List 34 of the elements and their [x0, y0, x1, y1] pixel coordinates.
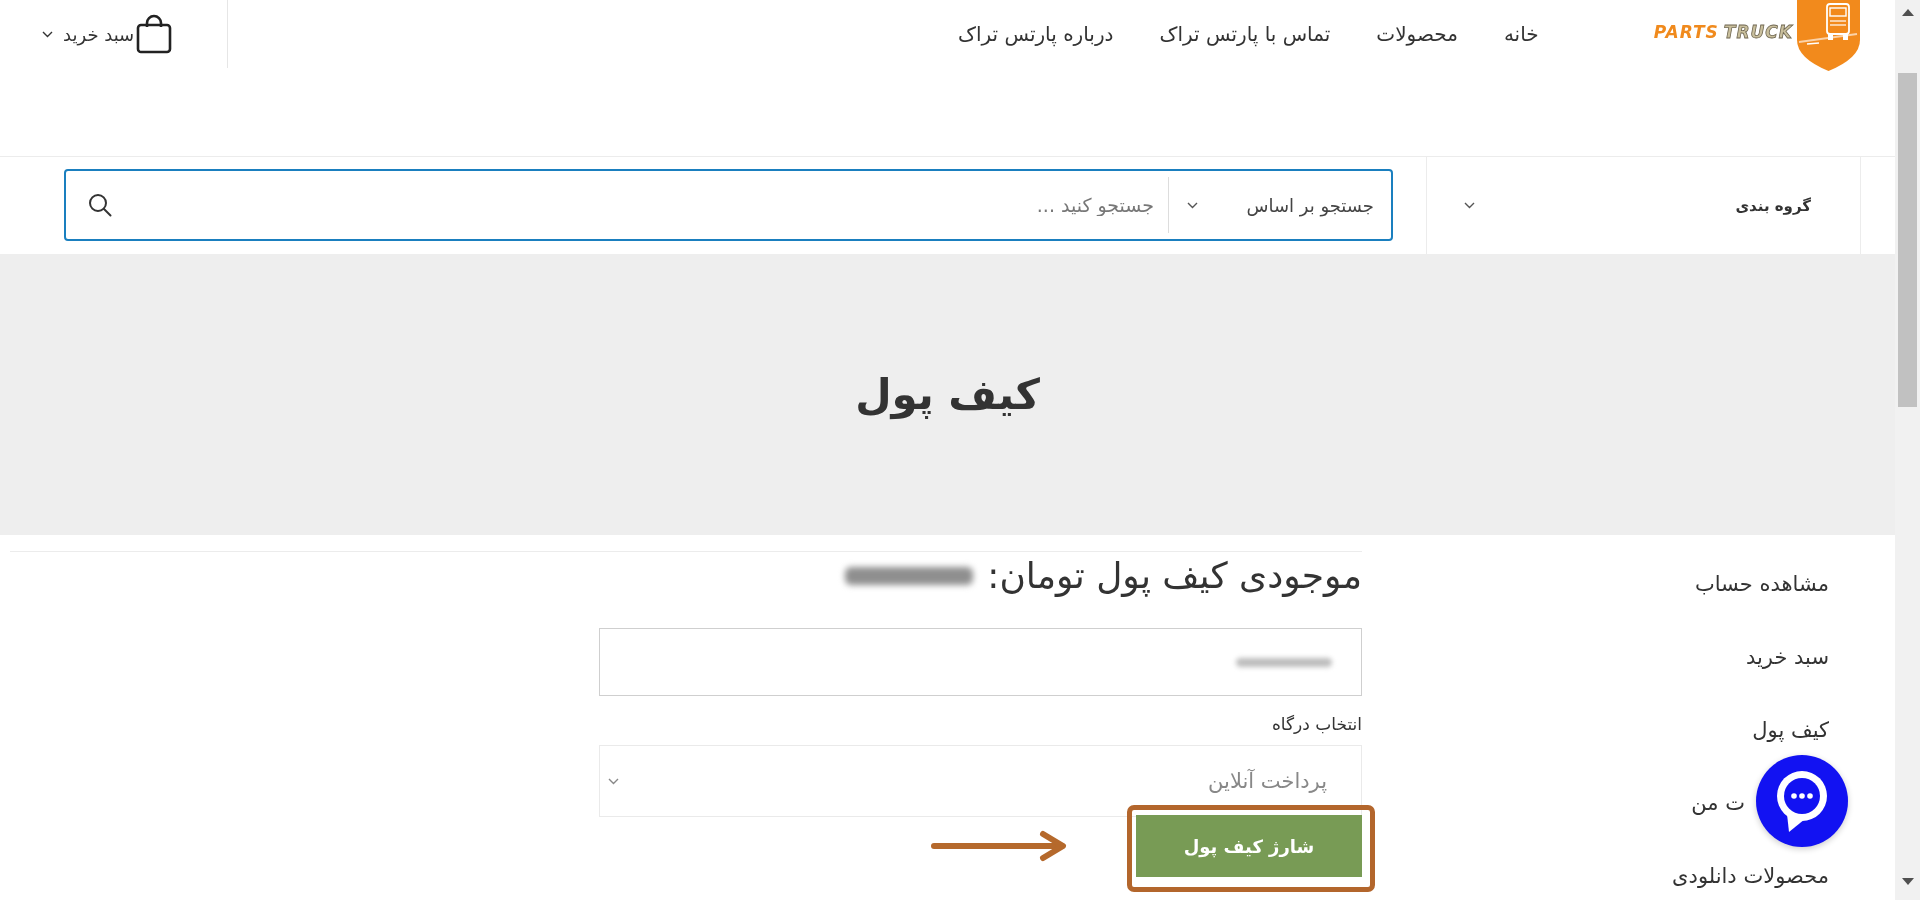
scrollbar-track[interactable] — [1895, 0, 1920, 900]
sidebar-link[interactable]: کیف پول — [1752, 717, 1829, 743]
search-field[interactable]: جستجو کنید ... — [112, 171, 1168, 239]
logo-text: PARTS — [1653, 22, 1719, 42]
nav-link[interactable]: تماس با پارتس تراک — [1159, 22, 1331, 46]
sidebar-link[interactable]: مشاهده حساب — [1694, 571, 1829, 597]
gateway-label: انتخاب درگاه — [1270, 713, 1362, 736]
scroll-up-icon[interactable] — [1901, 9, 1914, 16]
chevron-down-icon — [608, 777, 619, 785]
nav-link[interactable]: خانه — [1503, 22, 1539, 46]
nav-link[interactable]: درباره پارتس تراک — [958, 22, 1114, 46]
right-arrow-icon — [930, 830, 1068, 862]
balance-heading: موجودی کیف پول تومان: — [987, 554, 1362, 598]
scroll-down-icon[interactable] — [1901, 878, 1914, 885]
scrollbar-thumb[interactable] — [1898, 73, 1917, 407]
speech-bubble-icon — [1775, 770, 1829, 832]
amount-field[interactable] — [599, 628, 1362, 696]
chevron-down-icon — [1187, 201, 1198, 209]
truck-shield-icon — [1797, 0, 1860, 71]
chevron-down-icon — [42, 30, 53, 38]
search-icon[interactable] — [88, 193, 112, 217]
chevron-down-icon — [1464, 202, 1475, 209]
sidebar-link[interactable]: ت من — [1691, 790, 1745, 816]
nav-link[interactable]: محصولات — [1376, 22, 1458, 46]
page-title: کیف پول — [855, 368, 1040, 422]
sidebar-link[interactable]: سبد خرید — [1745, 644, 1829, 670]
search-box[interactable]: جستجو بر اساس جستجو کنید ... — [64, 169, 1393, 241]
category-dropdown[interactable]: گروه بندی — [1426, 157, 1861, 254]
logo-text: TRUCK — [1723, 22, 1793, 42]
shopping-bag-icon — [136, 14, 173, 54]
sidebar-link[interactable]: محصولات دانلودی — [1672, 863, 1829, 889]
search-by-dropdown[interactable]: جستجو بر اساس — [1169, 171, 1391, 239]
cart-button[interactable]: سبد خرید — [42, 14, 173, 54]
chat-button[interactable] — [1756, 755, 1848, 847]
